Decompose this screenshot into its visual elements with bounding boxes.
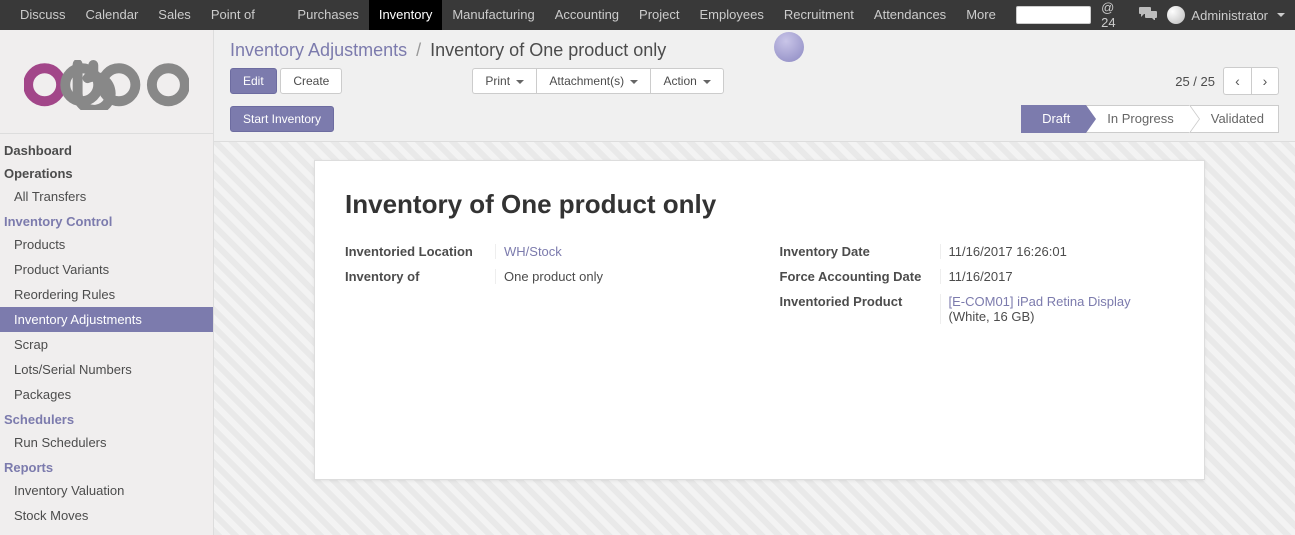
nav-employees[interactable]: Employees (690, 0, 774, 30)
action-label: Action (663, 74, 696, 88)
attachments-label: Attachment(s) (549, 74, 624, 88)
chat-icon[interactable] (1139, 6, 1157, 25)
status-draft[interactable]: Draft (1021, 105, 1087, 133)
status-validated-label: Validated (1211, 111, 1264, 126)
sidebar-dropdowns: Print Attachment(s) Action (472, 68, 724, 94)
form-left-column: Inventoried Location WH/Stock Inventory … (345, 244, 740, 334)
statusbar: Draft In Progress Validated (1022, 105, 1279, 133)
breadcrumb-separator: / (416, 40, 421, 60)
nav-recruitment[interactable]: Recruitment (774, 0, 864, 30)
chevron-down-icon (703, 80, 711, 84)
label-location: Inventoried Location (345, 244, 495, 259)
breadcrumb-parent[interactable]: Inventory Adjustments (230, 40, 407, 60)
print-label: Print (485, 74, 510, 88)
breadcrumb-current: Inventory of One product only (430, 40, 666, 60)
sidebar-item-reordering-rules[interactable]: Reordering Rules (0, 282, 213, 307)
sidebar-inventory-control-header: Inventory Control (0, 209, 213, 232)
create-button[interactable]: Create (280, 68, 342, 94)
attachments-dropdown[interactable]: Attachment(s) (536, 68, 650, 94)
sidebar-item-products[interactable]: Products (0, 232, 213, 257)
status-in-progress-label: In Progress (1107, 111, 1173, 126)
odoo-logo-icon (24, 60, 189, 110)
nav-sales[interactable]: Sales (148, 0, 201, 30)
nav-calendar[interactable]: Calendar (76, 0, 149, 30)
avatar-icon (1167, 6, 1185, 24)
action-buttons-left: Edit Create Print Attachment(s) Action (230, 68, 724, 94)
notification-drop-icon[interactable] (774, 32, 804, 62)
product-variant: (White, 16 GB) (949, 309, 1035, 324)
sidebar-item-lots-serial[interactable]: Lots/Serial Numbers (0, 357, 213, 382)
product-link[interactable]: [E-COM01] iPad Retina Display (949, 294, 1131, 309)
sidebar: Dashboard Operations All Transfers Inven… (0, 30, 214, 535)
nav-project[interactable]: Project (629, 0, 689, 30)
action-dropdown[interactable]: Action (650, 68, 724, 94)
navbar-menu: Discuss Calendar Sales Point of Sale Pur… (10, 0, 1016, 30)
chevron-down-icon (630, 80, 638, 84)
sidebar-reports-header: Reports (0, 455, 213, 478)
value-location[interactable]: WH/Stock (504, 244, 562, 259)
sidebar-item-inventory-valuation[interactable]: Inventory Valuation (0, 478, 213, 503)
nav-accounting[interactable]: Accounting (545, 0, 629, 30)
nav-more-label: More (966, 7, 996, 22)
nav-purchases[interactable]: Purchases (287, 0, 368, 30)
label-date: Inventory Date (780, 244, 940, 259)
content-area: Inventory Adjustments / Inventory of One… (214, 30, 1295, 535)
sidebar-item-product-variants[interactable]: Product Variants (0, 257, 213, 282)
sidebar-item-run-schedulers[interactable]: Run Schedulers (0, 430, 213, 455)
sidebar-operations-header: Operations (0, 161, 213, 184)
sidebar-item-packages[interactable]: Packages (0, 382, 213, 407)
value-date: 11/16/2017 16:26:01 (940, 244, 1175, 259)
value-product: [E-COM01] iPad Retina Display (White, 16… (940, 294, 1175, 324)
pager: 25 / 25 ‹ › (1175, 67, 1279, 95)
user-menu[interactable]: Administrator (1167, 6, 1285, 24)
navbar-right: @ 24 Administrator (1016, 0, 1285, 30)
pager-prev-button[interactable]: ‹ (1223, 67, 1251, 95)
nav-discuss[interactable]: Discuss (10, 0, 76, 30)
messaging-count: 24 (1101, 15, 1115, 30)
sidebar-item-inventory-adjustments[interactable]: Inventory Adjustments (0, 307, 213, 332)
nav-inventory[interactable]: Inventory (369, 0, 442, 30)
page-title: Inventory of One product only (345, 189, 1174, 220)
nav-manufacturing[interactable]: Manufacturing (442, 0, 544, 30)
sidebar-schedulers-header: Schedulers (0, 407, 213, 430)
status-validated[interactable]: Validated (1190, 105, 1279, 133)
sidebar-item-scrap[interactable]: Scrap (0, 332, 213, 357)
messaging-badge[interactable]: @ 24 (1101, 0, 1129, 30)
breadcrumb: Inventory Adjustments / Inventory of One… (230, 40, 666, 61)
nav-attendances[interactable]: Attendances (864, 0, 956, 30)
pager-next-button[interactable]: › (1251, 67, 1279, 95)
sidebar-dashboard[interactable]: Dashboard (0, 138, 213, 161)
sidebar-item-stock-moves[interactable]: Stock Moves (0, 503, 213, 528)
chevron-down-icon (516, 80, 524, 84)
user-name: Administrator (1191, 8, 1268, 23)
form-right-column: Inventory Date 11/16/2017 16:26:01 Force… (780, 244, 1175, 334)
status-in-progress[interactable]: In Progress (1086, 105, 1190, 133)
nav-pos[interactable]: Point of Sale (201, 0, 288, 30)
edit-button[interactable]: Edit (230, 68, 277, 94)
logo (0, 30, 213, 134)
top-navbar: Discuss Calendar Sales Point of Sale Pur… (0, 0, 1295, 30)
nav-more[interactable]: More (956, 0, 1016, 30)
label-force-date: Force Accounting Date (780, 269, 940, 284)
chevron-down-icon (1277, 13, 1285, 17)
label-product: Inventoried Product (780, 294, 940, 324)
value-force-date: 11/16/2017 (940, 269, 1175, 284)
print-dropdown[interactable]: Print (472, 68, 536, 94)
start-inventory-button[interactable]: Start Inventory (230, 106, 334, 132)
label-inventory-of: Inventory of (345, 269, 495, 284)
value-inventory-of: One product only (495, 269, 740, 284)
search-input[interactable] (1016, 6, 1091, 24)
status-draft-label: Draft (1042, 111, 1070, 126)
pager-value[interactable]: 25 / 25 (1175, 74, 1215, 89)
form-sheet: Inventory of One product only Inventorie… (314, 160, 1205, 480)
sidebar-item-all-transfers[interactable]: All Transfers (0, 184, 213, 209)
